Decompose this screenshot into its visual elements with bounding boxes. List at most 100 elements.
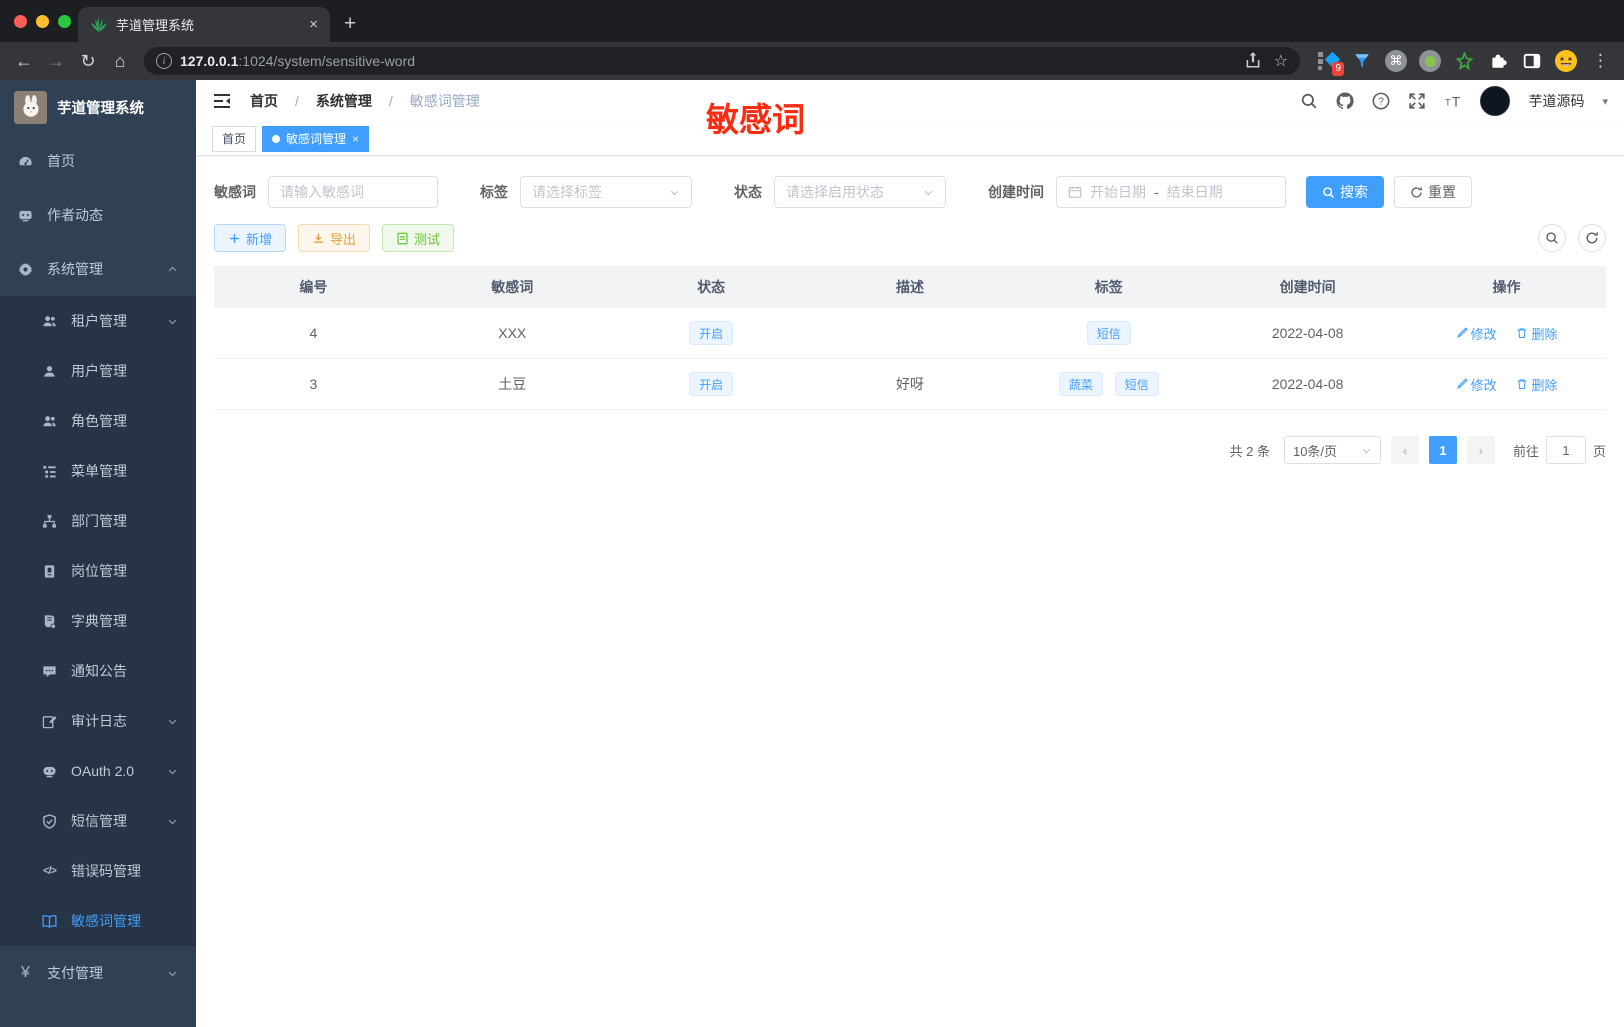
help-icon[interactable]: ? xyxy=(1372,92,1390,110)
main: 敏感词 首页 / 系统管理 / 敏感词管理 ? TT 芋道源码 ▾ 首页 敏感词… xyxy=(196,80,1624,1027)
tag-close-icon[interactable]: × xyxy=(352,132,359,146)
tag-select[interactable]: 请选择标签 xyxy=(520,176,692,208)
cell-created: 2022-04-08 xyxy=(1208,358,1408,410)
breadcrumb-system[interactable]: 系统管理 xyxy=(316,91,372,111)
address-bar[interactable]: i 127.0.0.1:1024/system/sensitive-word ☆ xyxy=(144,47,1300,75)
edit-link[interactable]: 修改 xyxy=(1456,324,1497,343)
font-size-icon[interactable]: TT xyxy=(1444,92,1462,110)
search-icon[interactable] xyxy=(1300,92,1318,110)
edit-link[interactable]: 修改 xyxy=(1456,375,1497,394)
tag-sensitive-word[interactable]: 敏感词管理 × xyxy=(262,125,370,152)
extension-star-icon[interactable] xyxy=(1452,49,1476,73)
dashboard-icon xyxy=(19,156,32,165)
prev-page-button[interactable]: ‹ xyxy=(1390,436,1419,464)
goto-page-input[interactable] xyxy=(1545,436,1586,464)
app: 芋道管理系统 首页 作者动态 系统管理 租户管理 用户管理 角色管理 菜单管理 … xyxy=(0,80,1624,1027)
date-range-picker[interactable]: 开始日期 - 结束日期 xyxy=(1056,176,1286,208)
breadcrumb-home[interactable]: 首页 xyxy=(250,91,278,111)
github-icon[interactable] xyxy=(1336,92,1355,110)
next-page-button[interactable]: › xyxy=(1466,436,1495,464)
sidebar-item-dept[interactable]: 部门管理 xyxy=(0,496,196,546)
user-name[interactable]: 芋道源码 xyxy=(1528,91,1584,111)
tab-close-icon[interactable]: × xyxy=(309,16,318,33)
extension-diamond-icon[interactable]: 9 xyxy=(1316,49,1344,76)
search-button[interactable]: 搜索 xyxy=(1306,176,1384,208)
sidebar-logo[interactable]: 芋道管理系统 xyxy=(0,80,196,134)
export-button[interactable]: 导出 xyxy=(298,224,371,252)
date-separator: - xyxy=(1154,184,1159,200)
sidebar-item-role[interactable]: 角色管理 xyxy=(0,396,196,446)
book-icon xyxy=(44,614,56,629)
sidebar-item-error-code[interactable]: </> 错误码管理 xyxy=(0,846,196,896)
sidebar-item-post[interactable]: 岗位管理 xyxy=(0,546,196,596)
search-icon xyxy=(1546,232,1558,244)
document-icon xyxy=(397,232,408,244)
reset-button[interactable]: 重置 xyxy=(1394,176,1472,208)
browser-tab[interactable]: 芋道管理系统 × xyxy=(78,7,330,42)
bookmark-star-icon[interactable]: ☆ xyxy=(1274,51,1288,71)
sidebar-item-sms[interactable]: 短信管理 xyxy=(0,796,196,846)
status-select[interactable]: 请选择启用状态 xyxy=(774,176,946,208)
sidebar-item-dict[interactable]: 字典管理 xyxy=(0,596,196,646)
extension-record-icon[interactable] xyxy=(1418,49,1442,73)
reload-icon[interactable]: ↻ xyxy=(74,47,102,75)
goto-label: 前往 xyxy=(1512,443,1539,459)
page-1-button[interactable]: 1 xyxy=(1428,436,1457,464)
site-info-icon[interactable]: i xyxy=(156,53,172,69)
delete-link[interactable]: 删除 xyxy=(1516,375,1557,394)
url-path: :1024/system/sensitive-word xyxy=(238,53,416,69)
roles-icon xyxy=(43,415,56,426)
new-tab-button[interactable]: + xyxy=(344,12,356,36)
extension-command-icon[interactable]: ⌘ xyxy=(1384,49,1408,73)
home-icon[interactable]: ⌂ xyxy=(106,47,134,75)
refresh-table-button[interactable] xyxy=(1578,224,1606,252)
sidebar-item-author-news[interactable]: 作者动态 xyxy=(0,188,196,242)
calendar-icon xyxy=(1068,186,1082,198)
sidebar-item-payment[interactable]: ¥ 支付管理 xyxy=(0,946,196,1000)
keyword-input[interactable] xyxy=(280,184,426,200)
sidebar-item-oauth[interactable]: OAuth 2.0 xyxy=(0,746,196,796)
toggle-search-button[interactable] xyxy=(1538,224,1566,252)
table-row: 4 XXX 开启 短信 2022-04-08 修改 删除 xyxy=(214,308,1606,359)
zoom-window-button[interactable] xyxy=(58,15,71,28)
close-window-button[interactable] xyxy=(14,15,27,28)
chevron-down-icon xyxy=(168,769,177,774)
sidebar-item-audit-log[interactable]: 审计日志 xyxy=(0,696,196,746)
sidebar-item-system-management[interactable]: 系统管理 xyxy=(0,242,196,296)
breadcrumb-separator: / xyxy=(388,93,393,109)
collapse-sidebar-icon[interactable] xyxy=(212,91,232,111)
yen-icon: ¥ xyxy=(21,964,30,981)
col-id: 编号 xyxy=(214,266,413,308)
add-button[interactable]: 新增 xyxy=(214,224,287,252)
sidebar-item-tenant[interactable]: 租户管理 xyxy=(0,296,196,346)
search-icon xyxy=(1323,186,1334,198)
sidebar-item-notice[interactable]: 通知公告 xyxy=(0,646,196,696)
page-size-select[interactable]: 10条/页 xyxy=(1283,436,1381,464)
navbar-actions: ? TT 芋道源码 ▾ xyxy=(1300,86,1608,116)
url-host: 127.0.0.1 xyxy=(180,53,239,69)
forward-icon[interactable]: → xyxy=(42,47,70,75)
sidebar-item-sensitive-word[interactable]: 敏感词管理 xyxy=(0,896,196,946)
message-icon xyxy=(43,665,56,677)
tag-home[interactable]: 首页 xyxy=(212,125,257,152)
back-icon[interactable]: ← xyxy=(10,47,38,75)
trash-icon xyxy=(1517,328,1527,339)
extension-puzzle-icon[interactable] xyxy=(1486,49,1510,73)
user-caret-icon[interactable]: ▾ xyxy=(1602,95,1608,108)
fullscreen-icon[interactable] xyxy=(1408,92,1426,110)
profile-avatar-emoji[interactable] xyxy=(1554,49,1578,73)
sidebar-item-user[interactable]: 用户管理 xyxy=(0,346,196,396)
minimize-window-button[interactable] xyxy=(36,15,49,28)
org-chart-icon xyxy=(42,514,57,528)
table-toolbar: 新增 导出 测试 xyxy=(214,224,1606,252)
test-button[interactable]: 测试 xyxy=(382,224,455,252)
browser-menu-icon[interactable]: ⋮ xyxy=(1588,51,1614,71)
trash-icon xyxy=(1517,379,1527,390)
side-panel-icon[interactable] xyxy=(1520,49,1544,73)
sidebar-item-menu[interactable]: 菜单管理 xyxy=(0,446,196,496)
extension-funnel-icon[interactable] xyxy=(1350,49,1374,73)
delete-link[interactable]: 删除 xyxy=(1516,324,1557,343)
user-avatar[interactable] xyxy=(1480,86,1511,116)
share-icon[interactable] xyxy=(1244,51,1262,69)
sidebar-item-home[interactable]: 首页 xyxy=(0,134,196,188)
